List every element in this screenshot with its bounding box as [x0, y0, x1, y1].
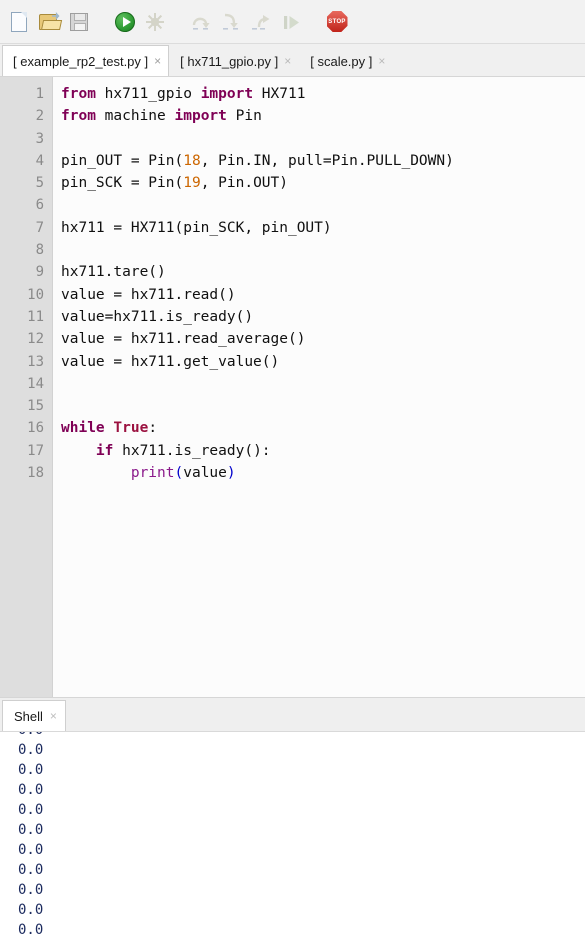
editor-tab-label: [ example_rp2_test.py ] [13, 53, 149, 69]
editor-tab-hx711-gpio[interactable]: [ hx711_gpio.py ] × [169, 45, 300, 76]
stop-button[interactable]: STOP [322, 7, 352, 37]
line-number: 14 [27, 375, 44, 392]
line-number: 16 [27, 420, 44, 437]
code-line: if hx711.is_ready(): [95, 442, 271, 459]
stop-icon: STOP [326, 11, 348, 32]
save-file-button[interactable] [64, 7, 94, 37]
shell-output-line: 0.0 [18, 802, 44, 818]
line-number: 1 [35, 86, 44, 102]
code-line: hx711 = HX711(pin_SCK, pin_OUT) [61, 219, 332, 236]
debug-button[interactable] [140, 7, 170, 37]
step-out-icon [251, 13, 271, 31]
editor-tab-label: [ hx711_gpio.py ] [180, 53, 279, 69]
line-number: 18 [27, 465, 44, 482]
open-folder-icon [38, 12, 62, 30]
line-number: 11 [27, 308, 44, 325]
resume-button[interactable] [276, 7, 306, 37]
editor-tab-bar: [ example_rp2_test.py ] × [ hx711_gpio.p… [0, 44, 585, 77]
step-into-button[interactable] [216, 7, 246, 37]
line-number: 15 [27, 398, 44, 415]
new-file-button[interactable] [4, 7, 34, 37]
step-over-icon [191, 13, 211, 31]
editor-tab-example-rp2-test[interactable]: [ example_rp2_test.py ] × [2, 45, 170, 76]
code-line: value = hx711.read() [61, 286, 236, 303]
debug-bug-icon [146, 12, 164, 31]
code-line: from machine import Pin [61, 108, 262, 125]
step-out-button[interactable] [246, 7, 276, 37]
code-line: value = hx711.get_value() [61, 353, 280, 370]
line-number: 4 [35, 152, 44, 169]
resume-icon [281, 13, 301, 31]
shell-output-line: 0.0 [18, 922, 44, 938]
shell-tab[interactable]: Shell × [2, 700, 66, 731]
run-play-icon [115, 11, 135, 32]
line-number-gutter: 1 2 3 4 5 6 7 8 9 10 11 12 13 14 15 16 1… [0, 77, 53, 697]
shell-output-area[interactable]: 0.0 0.0 0.0 0.0 0.0 0.0 0.0 0.0 0.0 0.0 0.0 [0, 731, 585, 942]
step-over-button[interactable] [186, 7, 216, 37]
code-line: pin_OUT = Pin(18, Pin.IN, pull=Pin.PULL_… [61, 152, 454, 169]
line-number: 13 [27, 353, 44, 370]
code-text-area[interactable]: from hx711_gpio import HX711 from machine… [53, 77, 585, 697]
editor-tab-scale[interactable]: [ scale.py ] × [299, 45, 394, 76]
close-icon[interactable]: × [284, 55, 291, 67]
code-line: from hx711_gpio import HX711 [61, 86, 306, 102]
code-line: value=hx711.is_ready() [61, 308, 254, 325]
thonny-ide-window: STOP [ example_rp2_test.py ] × [ hx711_g… [0, 0, 585, 942]
shell-output-line: 0.0 [18, 842, 44, 858]
close-icon[interactable]: × [378, 55, 385, 67]
code-line: while True: [61, 420, 158, 437]
shell-output-line: 0.0 [18, 902, 44, 918]
main-toolbar: STOP [0, 0, 585, 44]
shell-output-line: 0.0 [18, 732, 585, 740]
run-button[interactable] [110, 7, 140, 37]
line-number: 12 [27, 331, 44, 348]
step-into-icon [221, 13, 241, 31]
close-icon[interactable]: × [50, 710, 57, 722]
line-number: 7 [35, 219, 44, 236]
shell-output-line: 0.0 [18, 782, 44, 798]
shell-output-line: 0.0 [18, 882, 44, 898]
code-line: hx711.tare() [61, 264, 166, 281]
code-line: value = hx711.read_average() [61, 331, 306, 348]
shell-output-line: 0.0 [18, 822, 44, 838]
close-icon[interactable]: × [154, 55, 161, 67]
editor-tab-label: [ scale.py ] [310, 53, 373, 69]
line-number: 9 [35, 264, 44, 281]
new-file-icon [11, 11, 27, 32]
line-number: 2 [35, 108, 44, 125]
line-number: 6 [35, 197, 44, 214]
shell-output-line: 0.0 [18, 742, 44, 758]
line-number: 10 [27, 286, 44, 303]
shell-tab-label: Shell [14, 708, 43, 724]
code-line: print(value) [130, 465, 236, 482]
save-icon [70, 12, 88, 31]
shell-panel: Shell × 0.00.00.00.00.00.00.00.00.00.00.… [0, 697, 585, 942]
shell-output-line: 0.0 [18, 862, 44, 878]
line-number: 17 [27, 442, 44, 459]
line-number: 5 [35, 175, 44, 192]
code-line: pin_SCK = Pin(19, Pin.OUT) [61, 175, 288, 192]
code-editor[interactable]: 1 2 3 4 5 6 7 8 9 10 11 12 13 14 15 16 1… [0, 77, 585, 697]
stop-icon-label: STOP [328, 18, 346, 25]
line-number: 3 [35, 130, 44, 147]
open-file-button[interactable] [34, 7, 64, 37]
shell-tab-bar: Shell × [0, 698, 585, 731]
shell-output-line: 0.0 [18, 762, 44, 778]
line-number: 8 [35, 242, 44, 259]
